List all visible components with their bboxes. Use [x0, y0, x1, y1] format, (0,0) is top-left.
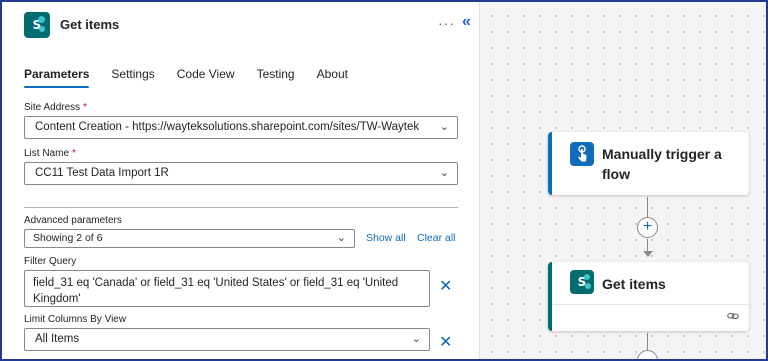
touch-icon	[570, 142, 594, 166]
card-divider	[552, 304, 749, 305]
list-name-label-text: List Name	[24, 148, 70, 159]
tab-parameters[interactable]: Parameters	[24, 66, 90, 88]
get-items-card[interactable]: S Get items	[548, 262, 749, 331]
site-address-dropdown[interactable]: Content Creation - https://wayteksolutio…	[24, 116, 458, 139]
list-name-value: CC11 Test Data Import 1R	[35, 167, 169, 179]
more-options-icon[interactable]: ···	[438, 15, 455, 31]
site-address-label: Site Address *	[24, 102, 87, 113]
flow-designer-canvas[interactable]: Manually trigger a flow + S Get items	[480, 2, 766, 359]
add-step-button[interactable]: +	[637, 217, 658, 238]
trigger-card[interactable]: Manually trigger a flow	[548, 132, 749, 195]
limit-columns-value: All Items	[35, 333, 80, 345]
list-name-dropdown[interactable]: CC11 Test Data Import 1R ⌄	[24, 162, 458, 185]
link-icon[interactable]	[727, 310, 739, 322]
connector-line	[647, 333, 648, 351]
limit-columns-dropdown[interactable]: All Items ⌄	[24, 328, 430, 351]
sharepoint-icon: S	[570, 270, 594, 294]
limit-columns-label: Limit Columns By View	[24, 314, 127, 325]
section-divider	[24, 207, 458, 208]
action-details-panel: S Get items ··· « Parameters Settings Co…	[2, 2, 480, 359]
filter-query-input[interactable]: field_31 eq 'Canada' or field_31 eq 'Uni…	[24, 270, 430, 307]
advanced-parameters-value: Showing 2 of 6	[33, 232, 103, 244]
tab-code-view[interactable]: Code View	[177, 66, 235, 88]
get-items-card-title: Get items	[602, 276, 666, 292]
required-mark: *	[83, 102, 88, 113]
collapse-panel-icon[interactable]: «	[462, 13, 471, 31]
sharepoint-icon: S	[24, 12, 50, 38]
trigger-card-title: Manually trigger a flow	[602, 146, 722, 182]
filter-query-label: Filter Query	[24, 256, 77, 267]
tab-testing[interactable]: Testing	[257, 66, 295, 88]
tab-settings[interactable]: Settings	[111, 66, 154, 88]
clear-limit-columns-icon[interactable]: ✕	[439, 332, 452, 352]
chevron-down-icon: ⌄	[439, 121, 449, 133]
panel-title: Get items	[60, 17, 120, 32]
connector-line	[647, 197, 648, 217]
required-mark: *	[72, 148, 76, 159]
list-name-label: List Name *	[24, 148, 76, 159]
advanced-parameters-dropdown[interactable]: Showing 2 of 6 ⌄	[24, 229, 355, 248]
panel-header: S Get items ··· «	[2, 2, 479, 46]
add-step-button[interactable]	[637, 350, 658, 359]
show-all-link[interactable]: Show all	[366, 232, 406, 244]
clear-all-link[interactable]: Clear all	[417, 232, 456, 244]
chevron-down-icon: ⌄	[411, 333, 421, 345]
tab-bar: Parameters Settings Code View Testing Ab…	[24, 66, 370, 90]
tab-about[interactable]: About	[317, 66, 348, 88]
advanced-parameters-label: Advanced parameters	[24, 215, 122, 226]
site-address-label-text: Site Address	[24, 102, 81, 113]
connector-arrow-icon	[643, 251, 653, 257]
chevron-down-icon: ⌄	[336, 232, 346, 244]
chevron-down-icon: ⌄	[439, 167, 449, 179]
clear-filter-query-icon[interactable]: ✕	[439, 276, 452, 296]
site-address-value: Content Creation - https://wayteksolutio…	[35, 121, 420, 133]
